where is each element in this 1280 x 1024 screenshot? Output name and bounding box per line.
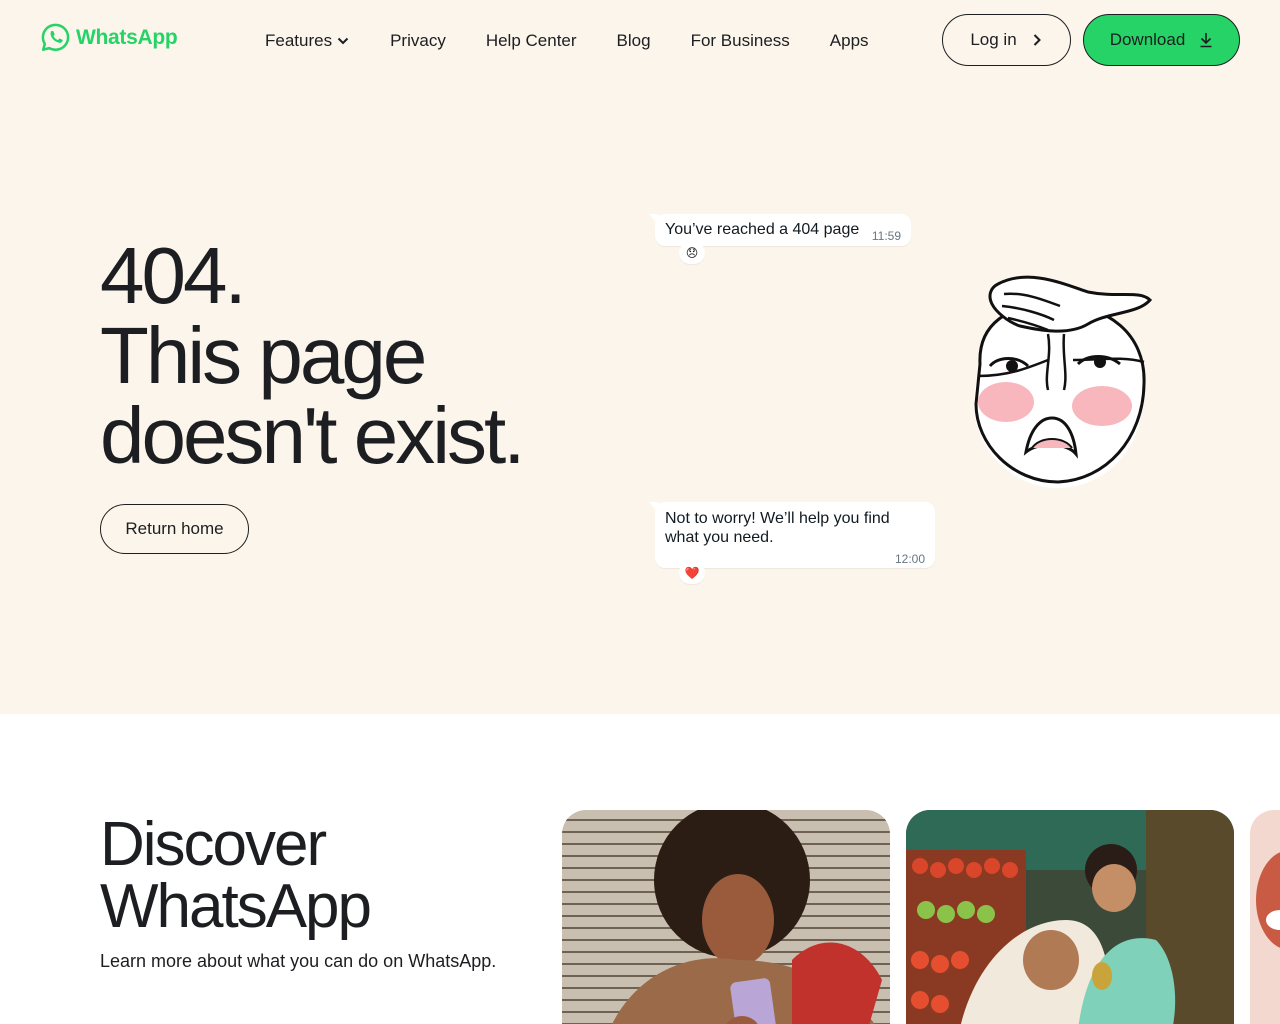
main-nav: Features Privacy Help Center Blog For Bu… — [265, 30, 869, 52]
chat-message-time: 12:00 — [894, 552, 925, 566]
login-button[interactable]: Log in — [942, 14, 1071, 66]
download-label: Download — [1109, 30, 1186, 49]
discover-subtitle: Learn more about what you can do on What… — [100, 951, 497, 971]
whatsapp-logo[interactable]: WhatsApp — [40, 22, 178, 53]
nav-item-for-business[interactable]: For Business — [691, 30, 790, 52]
nav-item-features[interactable]: Features — [265, 30, 350, 52]
sad-face-reaction: 😞 — [679, 242, 705, 264]
return-home-button[interactable]: Return home — [100, 504, 249, 554]
nav-item-help-center[interactable]: Help Center — [486, 30, 577, 52]
download-arrow-icon — [1200, 33, 1212, 48]
download-button[interactable]: Download — [1083, 14, 1240, 66]
nav-item-apps[interactable]: Apps — [830, 30, 869, 52]
chat-message-text: Not to worry! We’ll help you find what y… — [665, 510, 890, 546]
nav-item-privacy[interactable]: Privacy — [390, 30, 446, 52]
market-family-image — [906, 810, 1234, 1024]
facepalm-sticker-icon — [974, 275, 1153, 488]
discover-card-photo-woman-phone[interactable] — [562, 810, 890, 1024]
title-line-1: 404. — [100, 231, 247, 320]
chat-message-time: 11:59 — [871, 229, 901, 243]
heart-reaction: ❤️ — [679, 562, 705, 584]
discover-card-photo-partial[interactable] — [1250, 810, 1280, 1024]
chevron-down-icon — [337, 37, 349, 45]
nav-item-label: Features — [265, 31, 333, 50]
woman-with-phone-image — [562, 810, 890, 1024]
partial-card-image — [1250, 810, 1280, 1024]
hero-section: WhatsApp Features Privacy Help Center Bl… — [0, 0, 1280, 714]
chat-bubble-help: Not to worry! We’ll help you find what y… — [649, 502, 935, 568]
bubble-tail — [649, 502, 659, 514]
title-line-3: doesn't exist. — [100, 391, 525, 480]
discover-title-line-2: WhatsApp — [100, 872, 372, 941]
discover-card-photo-market[interactable] — [906, 810, 1234, 1024]
bubble-tail — [649, 214, 659, 226]
brand-name: WhatsApp — [76, 25, 178, 49]
page-title: 404. This page doesn't exist. — [100, 231, 525, 480]
discover-title-line-1: Discover — [100, 810, 327, 879]
whatsapp-logo-icon — [41, 23, 70, 51]
chat-message-text: You’ve reached a 404 page — [665, 221, 860, 238]
title-line-2: This page — [100, 311, 427, 400]
discover-title: Discover WhatsApp — [100, 810, 372, 941]
nav-item-blog[interactable]: Blog — [617, 30, 651, 52]
login-label: Log in — [970, 30, 1017, 49]
chevron-right-icon — [1033, 34, 1041, 46]
